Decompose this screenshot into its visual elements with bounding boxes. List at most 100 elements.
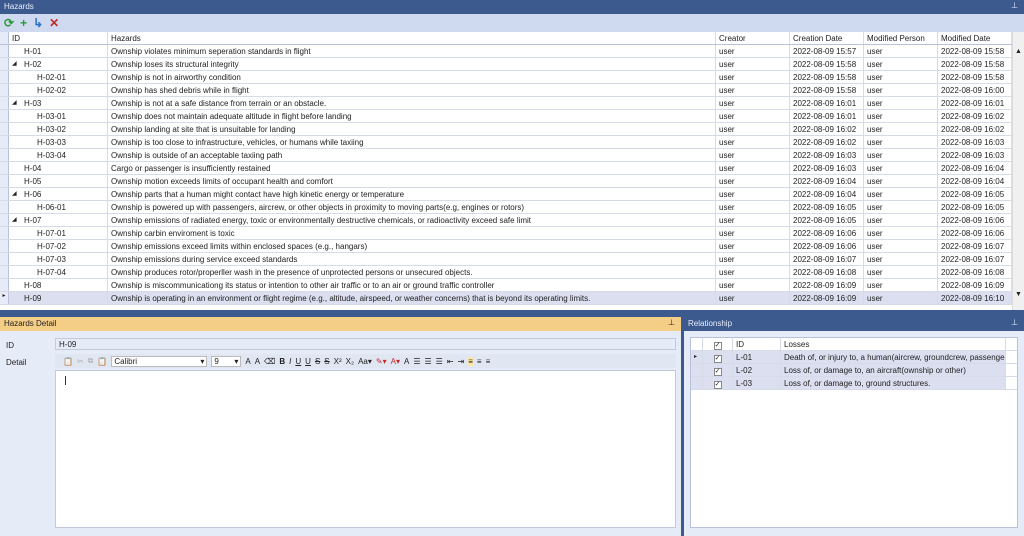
font-size-select[interactable]: 9 ▾ [211, 355, 242, 367]
paste-icon[interactable]: 📋 [63, 357, 73, 366]
table-row[interactable]: ◢ H-02 Ownship loses its structural integr… [0, 58, 1012, 71]
row-header[interactable] [0, 71, 9, 83]
table-row[interactable]: H-07-01 Ownship carbin enviroment is toxi… [0, 227, 1012, 240]
italic-icon[interactable]: I [289, 357, 291, 366]
row-header[interactable] [0, 136, 9, 148]
table-row[interactable]: H-05 Ownship motion exceeds limits of occ… [0, 175, 1012, 188]
col-modified-date[interactable]: Modified Date [938, 32, 1012, 44]
detail-editor[interactable] [55, 370, 676, 528]
shrink-font-icon[interactable]: A [255, 357, 260, 366]
table-row[interactable]: H-01 Ownship violates minimum seperation … [0, 45, 1012, 58]
loss-checkbox[interactable]: ✓ [703, 351, 733, 363]
table-row[interactable]: ◢ H-06 Ownship parts that a human might co… [0, 188, 1012, 201]
row-header[interactable]: ▸ [691, 351, 703, 363]
loss-row[interactable]: ✓ L-03 Loss of, or damage to, ground struc… [691, 377, 1017, 390]
id-field[interactable]: H-09 [55, 338, 676, 350]
pin-icon[interactable]: ⊥ [1011, 1, 1018, 10]
outdent-icon[interactable]: ⇤ [447, 357, 454, 366]
row-header[interactable] [0, 188, 9, 200]
underline-icon[interactable]: U [295, 357, 301, 366]
table-row[interactable]: H-08 Ownship is miscommunicationg its sta… [0, 279, 1012, 292]
double-strike-icon[interactable]: S [324, 357, 329, 366]
row-header[interactable] [0, 279, 9, 291]
row-header[interactable] [0, 84, 9, 96]
hazards-scrollbar[interactable]: ▲ ▼ [1012, 32, 1024, 310]
table-row[interactable]: ▸ H-09 Ownship is operating in an environm… [0, 292, 1012, 305]
loss-row[interactable]: ▸ ✓ L-01 Death of, or injury to, a human(ai… [691, 351, 1017, 364]
row-header[interactable] [0, 58, 9, 70]
row-header[interactable] [0, 110, 9, 122]
bullets-icon[interactable]: ☰ [413, 357, 420, 366]
row-header[interactable] [0, 45, 9, 57]
col-modified-person[interactable]: Modified Person [864, 32, 938, 44]
subscript-icon[interactable]: X₂ [346, 357, 354, 366]
table-row[interactable]: ◢ H-07 Ownship emissions of radiated energ… [0, 214, 1012, 227]
grow-font-icon[interactable]: A [245, 357, 250, 366]
change-case-icon[interactable]: Aa▾ [358, 357, 372, 366]
table-row[interactable]: H-02-01 Ownship is not in airworthy condi… [0, 71, 1012, 84]
row-header[interactable] [691, 377, 703, 389]
loss-checkbox[interactable]: ✓ [703, 377, 733, 389]
col-loss-id[interactable]: ID [733, 338, 781, 350]
paste-special-icon[interactable]: 📋 [97, 357, 107, 366]
table-row[interactable]: H-07-03 Ownship emissions during service … [0, 253, 1012, 266]
highlight-icon[interactable]: ✎▾ [376, 357, 387, 366]
row-header[interactable] [0, 123, 9, 135]
row-header[interactable] [0, 214, 9, 226]
row-header[interactable] [0, 201, 9, 213]
table-row[interactable]: H-06-01 Ownship is powered up with passen… [0, 201, 1012, 214]
row-header[interactable]: ▸ [0, 292, 9, 304]
row-header[interactable] [0, 240, 9, 252]
copy-icon[interactable]: ⧉ [88, 356, 94, 366]
align-right-icon[interactable]: ≡ [486, 357, 491, 366]
col-losses[interactable]: Losses [781, 338, 1006, 350]
col-creation-date[interactable]: Creation Date [790, 32, 864, 44]
table-row[interactable]: H-04 Cargo or passenger is insufficiently… [0, 162, 1012, 175]
pin-icon[interactable]: ⊥ [1011, 318, 1018, 327]
row-header[interactable] [0, 149, 9, 161]
table-row[interactable]: H-07-04 Ownship produces rotor/properller… [0, 266, 1012, 279]
bold-icon[interactable]: B [279, 357, 285, 366]
table-row[interactable]: H-03-02 Ownship landing at site that is u… [0, 123, 1012, 136]
row-header[interactable] [0, 175, 9, 187]
indent-icon[interactable]: ⇥ [458, 357, 465, 366]
table-row[interactable]: H-03-04 Ownship is outside of an acceptab… [0, 149, 1012, 162]
multilevel-icon[interactable]: ☰ [436, 357, 443, 366]
font-color-icon[interactable]: A▾ [391, 357, 400, 366]
clear-format-icon[interactable]: ⌫ [264, 357, 275, 366]
strikethrough-icon[interactable]: S [315, 357, 320, 366]
expand-toggle-icon[interactable]: ◢ [12, 216, 17, 225]
align-left-icon[interactable]: ≡ [468, 356, 473, 366]
expand-toggle-icon[interactable]: ◢ [12, 99, 17, 108]
loss-checkbox[interactable]: ✓ [703, 364, 733, 376]
col-id[interactable]: ID [9, 32, 108, 44]
table-row[interactable]: H-03-01 Ownship does not maintain adequat… [0, 110, 1012, 123]
col-creator[interactable]: Creator [716, 32, 790, 44]
double-underline-icon[interactable]: U [305, 357, 311, 366]
table-row[interactable]: H-07-02 Ownship emissions exceed limits w… [0, 240, 1012, 253]
font-select[interactable]: Calibri ▾ [111, 355, 208, 367]
row-header[interactable] [0, 162, 9, 174]
refresh-icon[interactable]: ⟳ [4, 17, 14, 29]
delete-icon[interactable]: ✕ [49, 17, 59, 29]
col-hazards[interactable]: Hazards [108, 32, 716, 44]
expand-toggle-icon[interactable]: ◢ [12, 190, 17, 199]
superscript-icon[interactable]: X² [334, 357, 342, 366]
row-header[interactable] [0, 266, 9, 278]
align-center-icon[interactable]: ≡ [477, 357, 482, 366]
font-dialog-icon[interactable]: A [404, 357, 409, 366]
numbering-icon[interactable]: ☰ [424, 357, 431, 366]
table-row[interactable]: H-03-03 Ownship is too close to infrastru… [0, 136, 1012, 149]
pin-icon[interactable]: ⊥ [668, 318, 675, 327]
cut-icon[interactable]: ✂ [77, 357, 84, 366]
expand-toggle-icon[interactable]: ◢ [12, 60, 17, 69]
table-row[interactable]: H-02-02 Ownship has shed debris while in … [0, 84, 1012, 97]
row-header[interactable] [0, 227, 9, 239]
row-header[interactable] [691, 364, 703, 376]
table-row[interactable]: ◢ H-03 Ownship is not at a safe distance f… [0, 97, 1012, 110]
loss-row[interactable]: ✓ L-02 Loss of, or damage to, an aircraft(… [691, 364, 1017, 377]
row-header[interactable] [0, 253, 9, 265]
select-all-checkbox[interactable]: ✓ [703, 338, 733, 350]
add-icon[interactable]: + [20, 17, 27, 29]
row-header[interactable] [0, 97, 9, 109]
